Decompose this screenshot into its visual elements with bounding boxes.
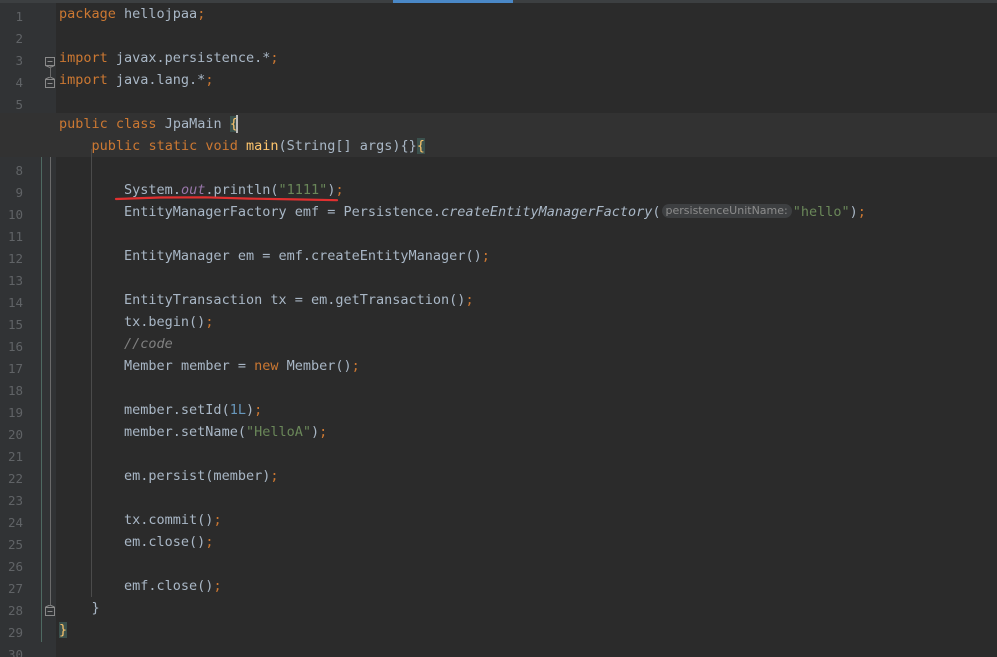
- code-line-25[interactable]: em.close();: [56, 531, 997, 553]
- code-line-15[interactable]: tx.begin();: [56, 311, 997, 333]
- matching-brace-highlight: }: [59, 622, 68, 638]
- code-line-27[interactable]: emf.close();: [56, 575, 997, 597]
- code-line-29[interactable]: }: [56, 619, 997, 641]
- line-number-22: 22: [7, 471, 23, 486]
- line-number-20: 20: [7, 427, 23, 442]
- code-line-17[interactable]: Member member = new Member();: [56, 355, 997, 377]
- line-number-12: 12: [7, 251, 23, 266]
- code-line-28[interactable]: }: [56, 597, 997, 619]
- fold-region-line: [50, 155, 51, 605]
- line-number-13: 13: [7, 273, 23, 288]
- code-line-1[interactable]: package hellojpaa;: [56, 3, 997, 25]
- line-number-9: 9: [15, 185, 23, 200]
- line-number-19: 19: [7, 405, 23, 420]
- line-number-29: 29: [7, 625, 23, 640]
- line-number-30: 30: [7, 647, 23, 657]
- line-number-21: 21: [7, 449, 23, 464]
- code-line-4[interactable]: import java.lang.*;: [56, 69, 997, 91]
- class-scope-guide: [41, 120, 42, 642]
- code-line-9[interactable]: System.out.println("1111");: [56, 179, 997, 201]
- line-number-8: 8: [15, 163, 23, 178]
- line-number-26: 26: [7, 559, 23, 574]
- code-line-10[interactable]: EntityManagerFactory emf = Persistence.c…: [56, 201, 997, 223]
- line-number-10: 10: [7, 207, 23, 222]
- line-number-28: 28: [7, 603, 23, 618]
- line-number-18: 18: [7, 383, 23, 398]
- line-number-2: 2: [15, 31, 23, 46]
- code-line-19[interactable]: member.setId(1L);: [56, 399, 997, 421]
- line-number-27: 27: [7, 581, 23, 596]
- line-number-15: 15: [7, 317, 23, 332]
- ide-editor-window: 1234567891011121314151617181920212223242…: [0, 0, 997, 657]
- line-number-4: 4: [15, 75, 23, 90]
- line-number-23: 23: [7, 493, 23, 508]
- code-line-20[interactable]: member.setName("HelloA");: [56, 421, 997, 443]
- code-line-24[interactable]: tx.commit();: [56, 509, 997, 531]
- line-number-16: 16: [7, 339, 23, 354]
- code-line-3[interactable]: import javax.persistence.*;: [56, 47, 997, 69]
- code-line-16[interactable]: //code: [56, 333, 997, 355]
- matching-brace-highlight: {: [416, 138, 425, 154]
- line-number-24: 24: [7, 515, 23, 530]
- line-number-14: 14: [7, 295, 23, 310]
- code-line-6[interactable]: public class JpaMain {: [56, 113, 997, 135]
- code-line-12[interactable]: EntityManager em = emf.createEntityManag…: [56, 245, 997, 267]
- code-line-7[interactable]: public static void main(String[] args){}…: [56, 135, 997, 157]
- parameter-hint-chip: persistenceUnitName:: [661, 204, 792, 218]
- editor-gutter[interactable]: 1234567891011121314151617181920212223242…: [0, 3, 56, 657]
- fold-region-line: [50, 66, 51, 78]
- code-line-22[interactable]: em.persist(member);: [56, 465, 997, 487]
- code-content-area[interactable]: package hellojpaa; import javax.persisten…: [0, 3, 997, 657]
- text-caret: [236, 115, 239, 133]
- line-number-1: 1: [15, 9, 23, 24]
- line-number-25: 25: [7, 537, 23, 552]
- line-number-11: 11: [7, 229, 23, 244]
- code-line-14[interactable]: EntityTransaction tx = em.getTransaction…: [56, 289, 997, 311]
- line-number-17: 17: [7, 361, 23, 376]
- line-number-3: 3: [15, 53, 23, 68]
